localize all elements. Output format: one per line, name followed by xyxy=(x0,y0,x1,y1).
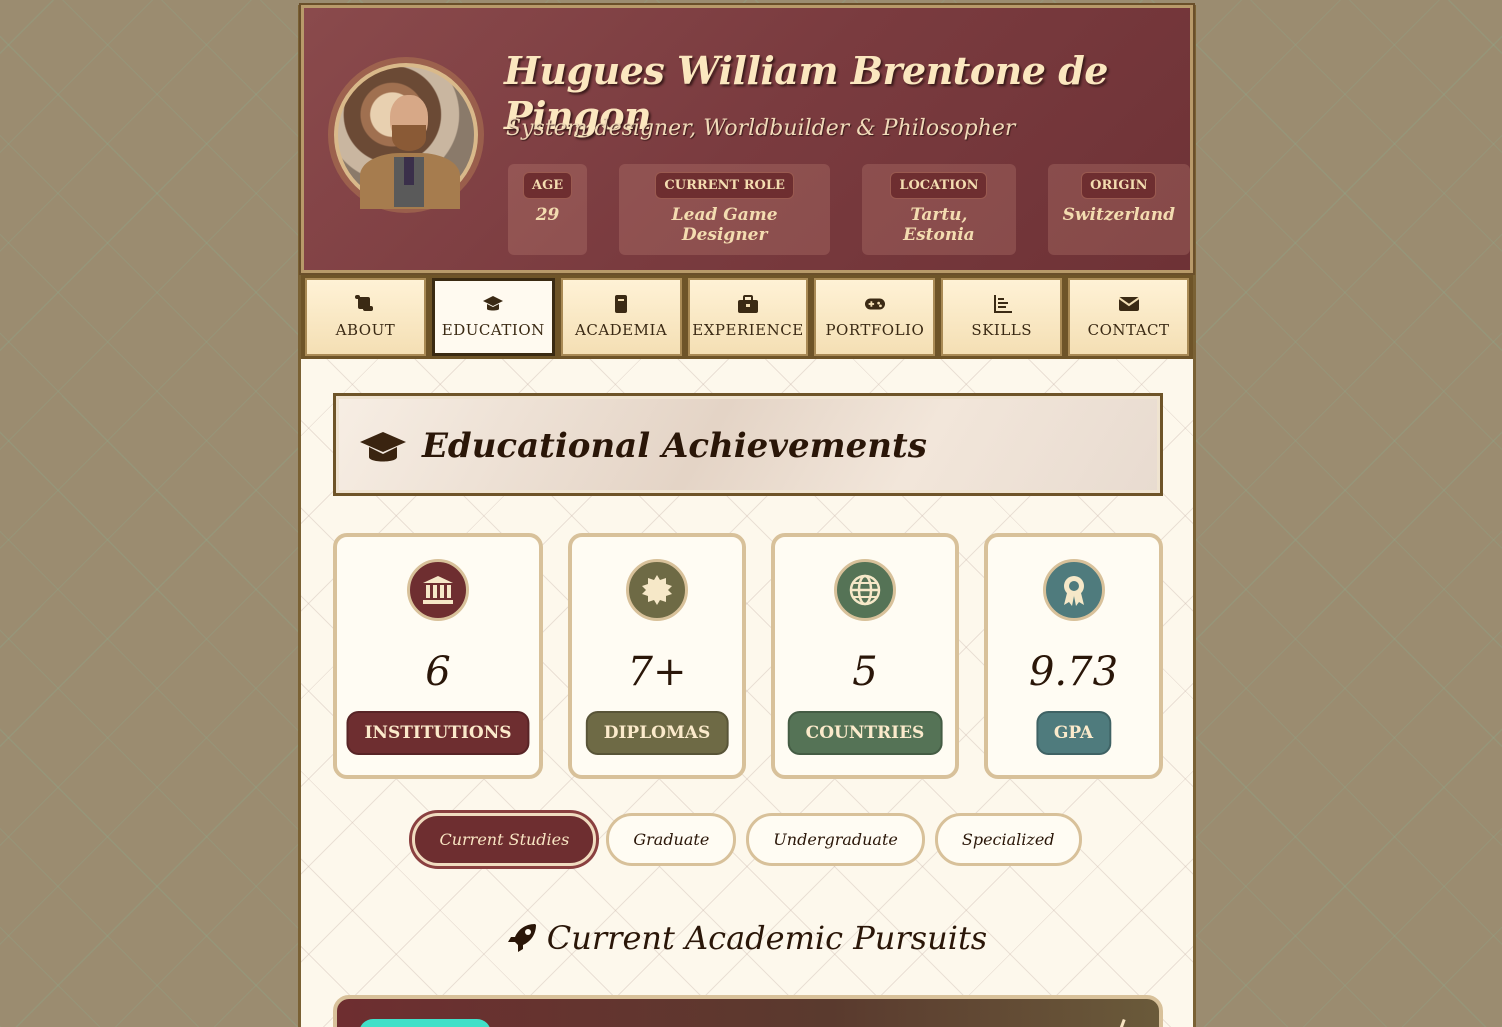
book-icon xyxy=(615,295,628,313)
tab-label: ABOUT xyxy=(335,321,396,339)
pursuits-title: Current Academic Pursuits xyxy=(546,919,988,957)
fact-age: AGE 29 xyxy=(508,164,588,255)
briefcase-icon xyxy=(738,295,758,313)
profile-header: Hugues William Brentone de Pingon System… xyxy=(299,3,1195,275)
section-header: Educational Achievements xyxy=(333,393,1163,496)
graduation-cap-icon xyxy=(360,432,406,462)
envelope-icon xyxy=(1118,297,1139,311)
filter-undergraduate[interactable]: Undergraduate xyxy=(746,813,925,866)
stat-label: INSTITUTIONS xyxy=(346,711,530,755)
pursuits-heading: Current Academic Pursuits xyxy=(301,919,1193,957)
tab-skills[interactable]: SKILLS xyxy=(941,278,1063,356)
tab-education[interactable]: EDUCATION xyxy=(431,278,555,356)
gamepad-icon xyxy=(864,298,885,310)
stat-value: 9.73 xyxy=(1028,649,1119,695)
decor-mark xyxy=(1117,1018,1126,1027)
education-filters: Current Studies Graduate Undergraduate S… xyxy=(301,813,1193,866)
stat-value: 6 xyxy=(425,649,451,695)
avatar xyxy=(334,63,478,209)
filter-current-studies[interactable]: Current Studies xyxy=(412,813,597,866)
tab-contact[interactable]: CONTACT xyxy=(1068,278,1190,356)
fact-label: AGE xyxy=(523,172,573,199)
chart-icon xyxy=(993,295,1012,313)
tab-experience[interactable]: EXPERIENCE xyxy=(687,278,809,356)
stat-diplomas: 7+ DIPLOMAS xyxy=(568,533,746,779)
section-title: Educational Achievements xyxy=(422,426,927,466)
status-badge xyxy=(359,1019,491,1027)
fact-location: LOCATION Tartu, Estonia xyxy=(862,164,1016,255)
stat-value: 7+ xyxy=(627,649,687,695)
tab-academia[interactable]: ACADEMIA xyxy=(560,278,682,356)
page-frame: Hugues William Brentone de Pingon System… xyxy=(298,3,1196,1027)
globe-icon xyxy=(834,559,896,621)
rocket-icon xyxy=(507,924,536,952)
fact-value: Tartu, Estonia xyxy=(903,205,975,245)
profile-subtitle: System designer, Worldbuilder & Philosop… xyxy=(506,116,1016,141)
stat-label: COUNTRIES xyxy=(787,711,943,755)
stat-label: DIPLOMAS xyxy=(585,711,729,755)
filter-specialized[interactable]: Specialized xyxy=(934,813,1082,866)
tab-label: EXPERIENCE xyxy=(692,321,804,339)
scroll-icon xyxy=(355,295,374,311)
profile-facts: AGE 29 CURRENT ROLE Lead Game Designer L… xyxy=(508,164,1190,255)
fact-value: Switzerland xyxy=(1062,205,1175,225)
stat-label: GPA xyxy=(1035,711,1112,755)
tab-portfolio[interactable]: PORTFOLIO xyxy=(814,278,936,356)
fact-value: 29 xyxy=(535,205,560,225)
university-icon xyxy=(407,559,469,621)
graduation-cap-icon xyxy=(483,296,504,311)
stat-countries: 5 COUNTRIES xyxy=(771,533,959,779)
stat-gpa: 9.73 GPA xyxy=(984,533,1163,779)
award-icon xyxy=(1042,559,1105,621)
fact-label: ORIGIN xyxy=(1081,172,1157,199)
tab-about[interactable]: ABOUT xyxy=(305,278,426,356)
main-nav: ABOUT EDUCATION ACADEMIA EXPERIENCE PORT… xyxy=(301,275,1193,359)
pursuit-card xyxy=(333,995,1163,1027)
fact-label: CURRENT ROLE xyxy=(655,172,794,199)
fact-value: Lead Game Designer xyxy=(671,205,778,245)
fact-label: LOCATION xyxy=(890,172,988,199)
tab-label: EDUCATION xyxy=(441,321,545,339)
tab-label: ACADEMIA xyxy=(575,321,668,339)
tab-label: SKILLS xyxy=(971,321,1033,339)
fact-origin: ORIGIN Switzerland xyxy=(1047,164,1190,255)
tab-label: CONTACT xyxy=(1087,321,1170,339)
certificate-icon xyxy=(626,559,688,621)
fact-current-role: CURRENT ROLE Lead Game Designer xyxy=(619,164,831,255)
tab-label: PORTFOLIO xyxy=(825,321,925,339)
stat-value: 5 xyxy=(852,649,878,695)
stat-institutions: 6 INSTITUTIONS xyxy=(333,533,543,779)
filter-graduate[interactable]: Graduate xyxy=(606,813,737,866)
